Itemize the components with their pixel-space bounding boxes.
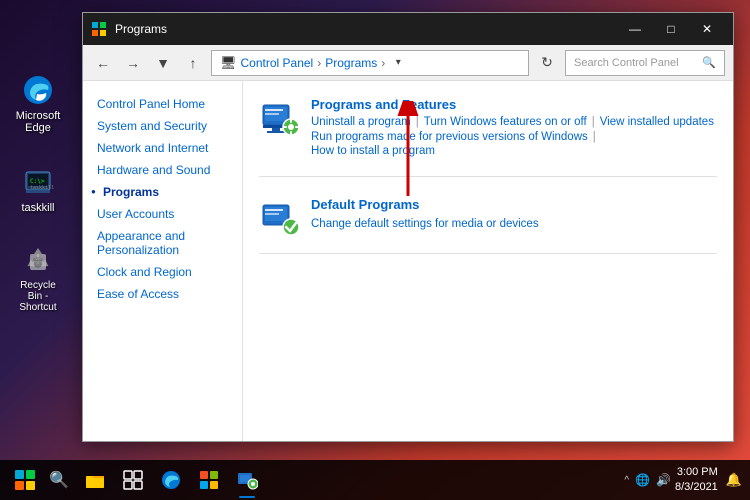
programs-features-title[interactable]: Programs and Features xyxy=(311,97,717,112)
sidebar: Control Panel Home System and Security N… xyxy=(83,81,243,441)
maximize-button[interactable]: □ xyxy=(653,13,689,45)
taskbar-search-button[interactable]: 🔍 xyxy=(45,460,73,500)
sidebar-item-programs[interactable]: Programs xyxy=(83,181,242,203)
taskbar-edge-icon[interactable] xyxy=(153,460,189,500)
svg-text:🗑: 🗑 xyxy=(32,257,45,269)
taskbar-network-icon[interactable]: 🌐 xyxy=(635,473,650,487)
desktop-icon-edge[interactable]: Microsoft Edge xyxy=(8,70,68,138)
default-programs-content: Default Programs Change default settings… xyxy=(311,197,717,237)
start-button[interactable] xyxy=(5,460,45,500)
title-bar: Programs — □ ✕ xyxy=(83,13,733,45)
window-title: Programs xyxy=(115,22,617,36)
taskbar-notification-icon[interactable]: 🔔 xyxy=(726,472,742,488)
taskbar-search-icon: 🔍 xyxy=(49,470,69,490)
features-link[interactable]: Turn Windows features on or off xyxy=(424,116,587,128)
sep2: | xyxy=(592,116,595,128)
breadcrumb-part-1[interactable]: Control Panel xyxy=(241,56,314,70)
search-placeholder: Search Control Panel xyxy=(574,57,696,69)
path-separator-1: › xyxy=(317,56,321,70)
breadcrumb-part-2[interactable]: Programs xyxy=(325,56,377,70)
taskbar-store-icon[interactable] xyxy=(191,460,227,500)
taskbar-right: ^ 🌐 🔊 3:00 PM 8/3/2021 🔔 xyxy=(624,465,750,496)
search-icon[interactable]: 🔍 xyxy=(702,56,716,69)
forward-button[interactable]: → xyxy=(121,51,145,75)
desktop-icon-recycle[interactable]: 🗑 Recycle Bin -Shortcut xyxy=(8,240,68,317)
previous-versions-link[interactable]: Run programs made for previous versions … xyxy=(311,131,588,143)
sidebar-item-clock[interactable]: Clock and Region xyxy=(83,261,242,283)
taskbar-time: 3:00 PM xyxy=(675,465,718,480)
taskbar-control-panel-icon[interactable] xyxy=(229,460,265,500)
taskbar-taskview-icon[interactable] xyxy=(115,460,151,500)
taskbar: 🔍 xyxy=(0,460,750,500)
sep3: | xyxy=(593,131,596,143)
uninstall-link[interactable]: Uninstall a program xyxy=(311,116,411,128)
desktop-icon-taskkill[interactable]: C:\> taskkill taskkill xyxy=(8,162,68,218)
window-body: Control Panel Home System and Security N… xyxy=(83,81,733,441)
close-button[interactable]: ✕ xyxy=(689,13,725,45)
taskbar-volume-icon[interactable]: 🔊 xyxy=(656,473,671,487)
sidebar-item-system-security[interactable]: System and Security xyxy=(83,115,242,137)
main-content: Programs and Features Uninstall a progra… xyxy=(243,81,733,441)
minimize-button[interactable]: — xyxy=(617,13,653,45)
programs-features-links: Uninstall a program | Turn Windows featu… xyxy=(311,116,717,128)
programs-features-content: Programs and Features Uninstall a progra… xyxy=(311,97,717,160)
breadcrumb-icon: 🖥 xyxy=(220,55,237,71)
taskbar-file-explorer-icon[interactable] xyxy=(77,460,113,500)
back-button[interactable]: ← xyxy=(91,51,115,75)
programs-window: Programs — □ ✕ ← → ▼ ↑ 🖥 Control Panel ›… xyxy=(82,12,734,442)
taskbar-chevron-icon[interactable]: ^ xyxy=(624,475,629,486)
sidebar-item-control-panel-home[interactable]: Control Panel Home xyxy=(83,93,242,115)
sep1: | xyxy=(416,116,419,128)
taskbar-date: 8/3/2021 xyxy=(675,480,718,495)
taskbar-system-icons: ^ 🌐 🔊 xyxy=(624,473,671,487)
up-button[interactable]: ↑ xyxy=(181,51,205,75)
taskbar-time-date[interactable]: 3:00 PM 8/3/2021 xyxy=(675,465,718,496)
address-path[interactable]: 🖥 Control Panel › Programs › ▾ xyxy=(211,50,529,76)
window-controls: — □ ✕ xyxy=(617,13,725,45)
path-separator-2: › xyxy=(381,56,385,70)
window-icon xyxy=(91,21,107,37)
taskbar-app-icons xyxy=(77,460,265,500)
svg-text:C:\>: C:\> xyxy=(30,178,45,185)
address-bar: ← → ▼ ↑ 🖥 Control Panel › Programs › ▾ ↻… xyxy=(83,45,733,81)
default-programs-icon xyxy=(259,197,299,237)
sidebar-item-network-internet[interactable]: Network and Internet xyxy=(83,137,242,159)
programs-features-links2: Run programs made for previous versions … xyxy=(311,131,717,157)
search-box[interactable]: Search Control Panel 🔍 xyxy=(565,50,725,76)
recent-button[interactable]: ▼ xyxy=(151,51,175,75)
programs-features-section: Programs and Features Uninstall a progra… xyxy=(259,97,717,177)
sidebar-item-hardware-sound[interactable]: Hardware and Sound xyxy=(83,159,242,181)
view-updates-link[interactable]: View installed updates xyxy=(600,116,714,128)
path-dropdown-button[interactable]: ▾ xyxy=(389,54,407,72)
desktop: Microsoft Edge C:\> taskkill taskkill 🗑 … xyxy=(0,0,750,500)
sidebar-item-appearance[interactable]: Appearance and Personalization xyxy=(83,225,242,261)
default-programs-title[interactable]: Default Programs xyxy=(311,197,717,212)
default-programs-section: Default Programs Change default settings… xyxy=(259,197,717,254)
sidebar-item-ease[interactable]: Ease of Access xyxy=(83,283,242,305)
refresh-button[interactable]: ↻ xyxy=(535,51,559,75)
sidebar-item-user-accounts[interactable]: User Accounts xyxy=(83,203,242,225)
default-programs-desc[interactable]: Change default settings for media or dev… xyxy=(311,218,539,230)
how-to-install-link[interactable]: How to install a program xyxy=(311,145,435,157)
windows-logo xyxy=(15,470,35,490)
programs-features-icon xyxy=(259,97,299,137)
